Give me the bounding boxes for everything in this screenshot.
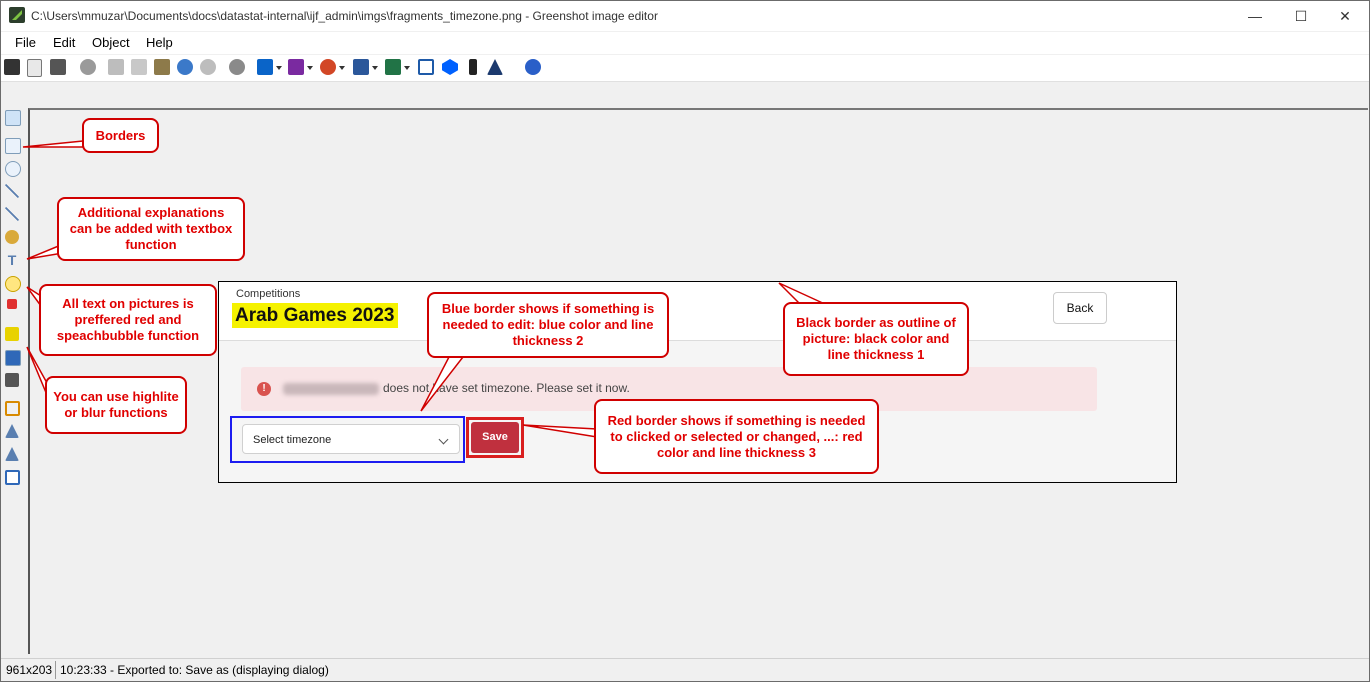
callout-explanations[interactable]: Additional explanations can be added wit… — [57, 197, 245, 261]
callout-red-border[interactable]: Red border shows if something is needed … — [594, 399, 879, 474]
status-image-size: 961x203 — [6, 663, 53, 677]
status-message: 10:23:33 - Exported to: Save as (display… — [60, 663, 329, 677]
pointer-red — [522, 424, 598, 438]
callout-black-border[interactable]: Black border as outline of picture: blac… — [783, 302, 969, 376]
callout-blue-border[interactable]: Blue border shows if something is needed… — [427, 292, 669, 358]
pointer-blue — [420, 356, 465, 412]
status-bar: 961x203 10:23:33 - Exported to: Save as … — [1, 658, 1369, 681]
callout-borders[interactable]: Borders — [82, 118, 159, 153]
pointer-borders — [22, 140, 84, 148]
status-divider — [55, 661, 56, 679]
callout-text-red[interactable]: All text on pictures is preffered red an… — [39, 284, 217, 356]
callout-highlight[interactable]: You can use highlite or blur functions — [45, 376, 187, 434]
greenshot-window: C:\Users\mmuzar\Documents\docs\datastat-… — [0, 0, 1370, 682]
